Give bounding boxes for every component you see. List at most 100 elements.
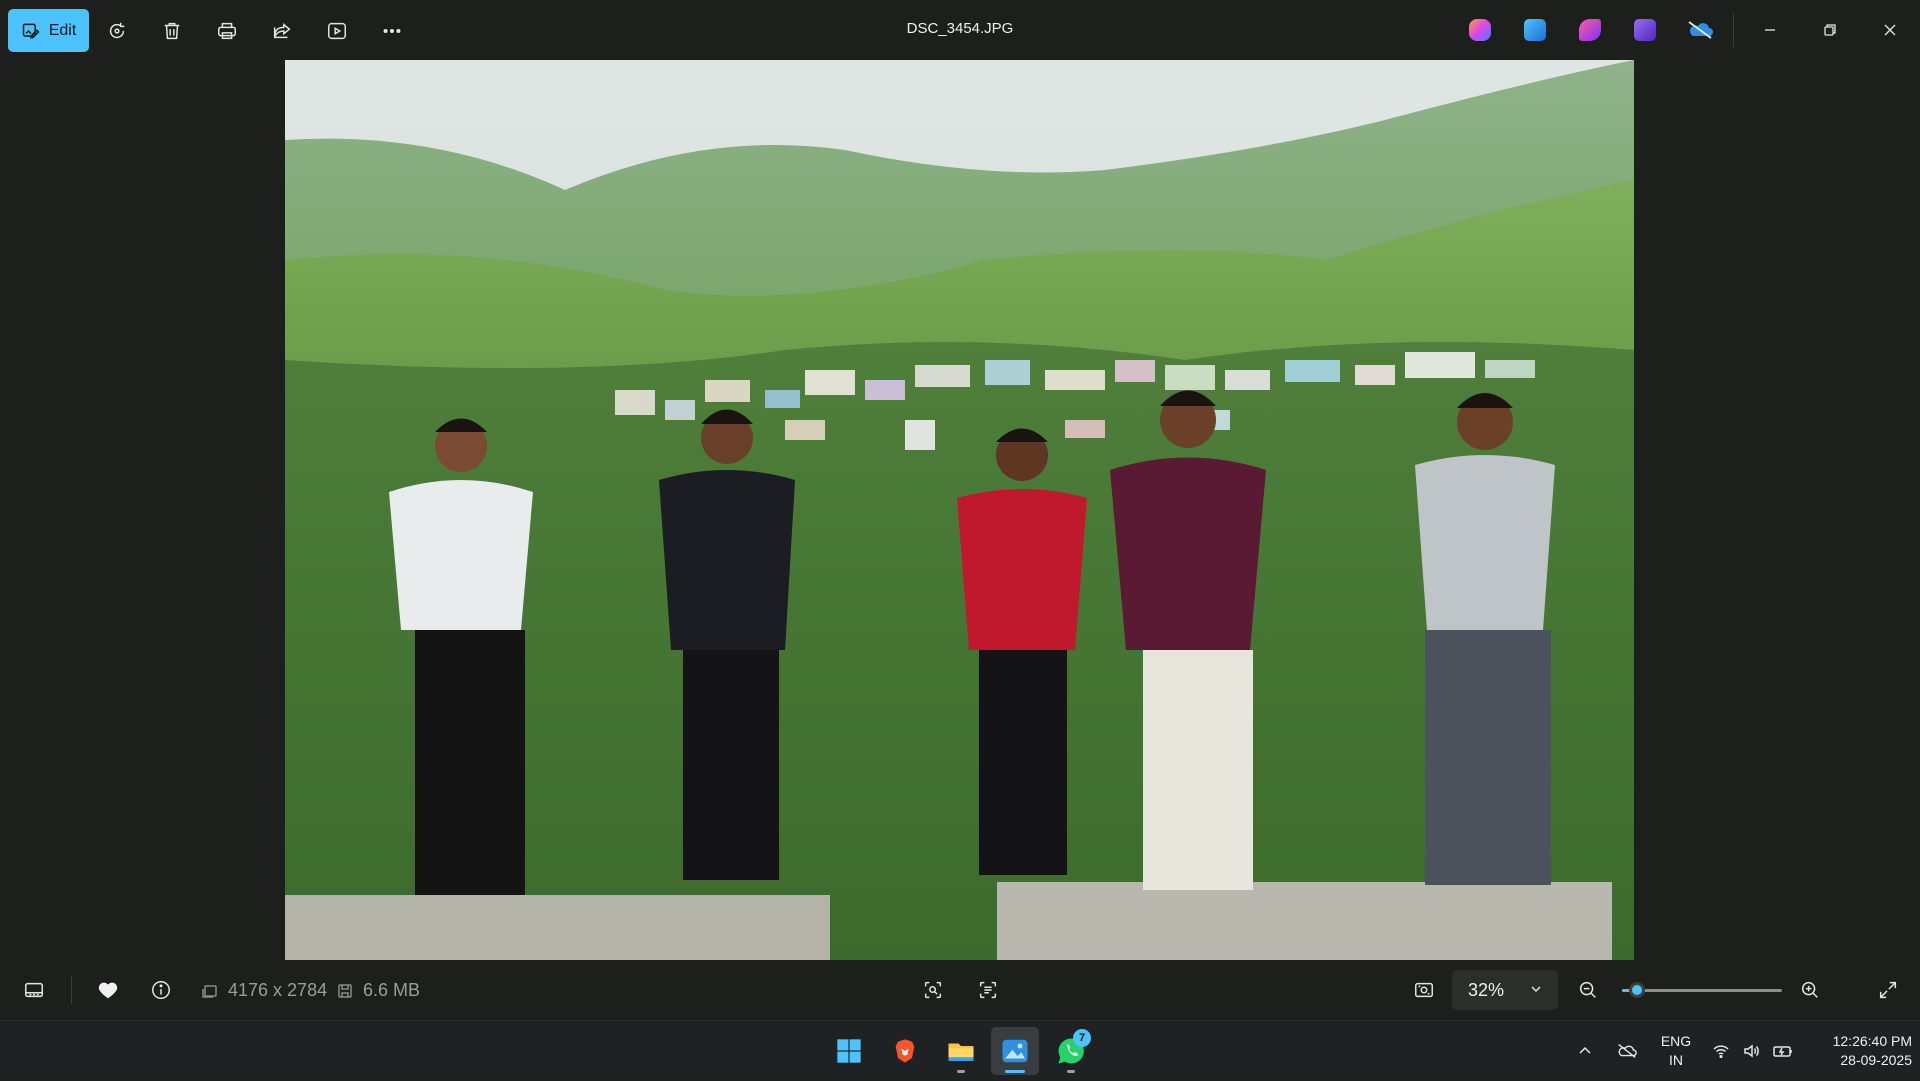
- speaker-icon: [1744, 1044, 1759, 1058]
- volume-button[interactable]: [1742, 1021, 1764, 1081]
- clock-time: 12:26:40 PM: [1832, 1033, 1912, 1049]
- info-icon: [152, 981, 170, 999]
- photos-editor-button[interactable]: [1507, 0, 1562, 60]
- image-dimensions: 4176 x 2784: [202, 980, 327, 1001]
- onedrive-offline-icon: [1687, 21, 1713, 39]
- windows-logo-icon: [837, 1039, 861, 1063]
- photos-app-window: Edit DSC_3454.JPG 4176 x 2784 6.6 MB 32%: [0, 0, 1920, 1020]
- taskbar: 7 ENG IN 12:26:40 PM 28-09-2025: [0, 1020, 1920, 1080]
- onedrive-offline-icon: [1618, 1044, 1637, 1058]
- visual-search-icon: [924, 981, 942, 999]
- brave-lion-icon: [895, 1039, 915, 1063]
- slideshow-button[interactable]: [309, 9, 364, 52]
- filmstrip-button[interactable]: [14, 972, 54, 1008]
- zoom-slider-thumb[interactable]: [1629, 982, 1646, 998]
- dimensions-icon: [202, 984, 217, 998]
- rotate-button[interactable]: [89, 9, 144, 52]
- clipchamp-icon: [1633, 19, 1656, 41]
- visual-search-button[interactable]: [913, 972, 953, 1008]
- fullscreen-icon: [1879, 981, 1897, 999]
- onedrive-tray-button[interactable]: [1616, 1021, 1640, 1081]
- wifi-icon: [1713, 1045, 1729, 1059]
- more-icon: [383, 28, 400, 33]
- print-icon: [217, 22, 236, 39]
- photo-viewer[interactable]: [285, 60, 1634, 960]
- chevron-down-icon: [1531, 986, 1541, 993]
- restore-icon: [1824, 24, 1836, 36]
- file-size: 6.6 MB: [337, 980, 420, 1001]
- restore-button[interactable]: [1800, 0, 1860, 60]
- delete-button[interactable]: [144, 9, 199, 52]
- whatsapp-button[interactable]: 7: [1047, 1027, 1095, 1075]
- running-indicator: [1067, 1070, 1075, 1073]
- show-hidden-icons-button[interactable]: [1576, 1021, 1600, 1081]
- minimize-icon: [1765, 29, 1775, 31]
- close-button[interactable]: [1860, 0, 1920, 60]
- close-icon: [1884, 24, 1896, 36]
- edit-button[interactable]: Edit: [8, 9, 89, 52]
- info-divider: [71, 976, 72, 1004]
- photos-icon: [1523, 19, 1546, 41]
- photos-app-button[interactable]: [991, 1027, 1039, 1075]
- rotate-icon: [109, 22, 124, 38]
- edit-label: Edit: [48, 21, 77, 39]
- zoom-slider[interactable]: [1622, 982, 1782, 998]
- designer-icon: [1578, 19, 1601, 41]
- scan-text-button[interactable]: [968, 972, 1008, 1008]
- delete-icon: [164, 22, 179, 39]
- slideshow-icon: [327, 22, 346, 39]
- input-language[interactable]: ENG IN: [1656, 1032, 1696, 1070]
- start-button[interactable]: [825, 1027, 873, 1075]
- favorite-button[interactable]: [88, 972, 128, 1008]
- file-explorer-button[interactable]: [937, 1027, 985, 1075]
- zoom-in-button[interactable]: [1790, 972, 1830, 1008]
- file-info-button[interactable]: [141, 972, 181, 1008]
- running-indicator: [957, 1070, 965, 1073]
- brave-browser-button[interactable]: [881, 1027, 929, 1075]
- clipchamp-button[interactable]: [1617, 0, 1672, 60]
- heart-icon: [98, 982, 118, 999]
- region-code: IN: [1669, 1052, 1683, 1068]
- clock[interactable]: 12:26:40 PM 28-09-2025: [1800, 1032, 1912, 1070]
- photo-image: [285, 60, 1634, 960]
- copilot-icon: [1468, 19, 1491, 41]
- scan-text-icon: [979, 981, 997, 999]
- actual-size-icon: [1415, 982, 1433, 998]
- zoom-out-icon: [1579, 981, 1596, 998]
- file-size-text: 6.6 MB: [363, 980, 421, 1000]
- save-icon: [338, 983, 352, 998]
- photos-app-icon: [1002, 1039, 1028, 1063]
- window-controls: [1452, 0, 1920, 60]
- zoom-value: 32%: [1468, 979, 1505, 1000]
- print-button[interactable]: [199, 9, 254, 52]
- share-button[interactable]: [254, 9, 309, 52]
- battery-button[interactable]: [1772, 1021, 1796, 1081]
- share-icon: [273, 22, 290, 38]
- folder-icon: [948, 1043, 974, 1061]
- actual-size-button[interactable]: [1404, 972, 1444, 1008]
- copilot-button[interactable]: [1452, 0, 1507, 60]
- zoom-in-icon: [1801, 981, 1818, 998]
- network-button[interactable]: [1712, 1021, 1734, 1081]
- zoom-dropdown[interactable]: 32%: [1452, 970, 1558, 1010]
- edit-image-icon: [22, 23, 40, 38]
- minimize-button[interactable]: [1740, 0, 1800, 60]
- dimensions-text: 4176 x 2784: [228, 980, 328, 1000]
- battery-charging-icon: [1773, 1046, 1792, 1057]
- person-5: [1415, 393, 1555, 885]
- zoom-slider-track: [1622, 989, 1782, 992]
- info-bar: 4176 x 2784 6.6 MB 32%: [0, 960, 1920, 1020]
- toolbar: Edit: [8, 9, 419, 52]
- onedrive-button[interactable]: [1672, 0, 1727, 60]
- more-options-button[interactable]: [364, 9, 419, 52]
- chevron-up-icon: [1579, 1046, 1591, 1054]
- toolbar-separator: [1733, 13, 1734, 47]
- filmstrip-icon: [25, 982, 43, 998]
- zoom-out-button[interactable]: [1568, 972, 1608, 1008]
- notification-badge: 7: [1073, 1029, 1091, 1047]
- designer-button[interactable]: [1562, 0, 1617, 60]
- clock-date: 28-09-2025: [1840, 1052, 1912, 1068]
- fullscreen-button[interactable]: [1868, 972, 1908, 1008]
- active-indicator: [1005, 1070, 1025, 1073]
- language-code: ENG: [1660, 1033, 1692, 1049]
